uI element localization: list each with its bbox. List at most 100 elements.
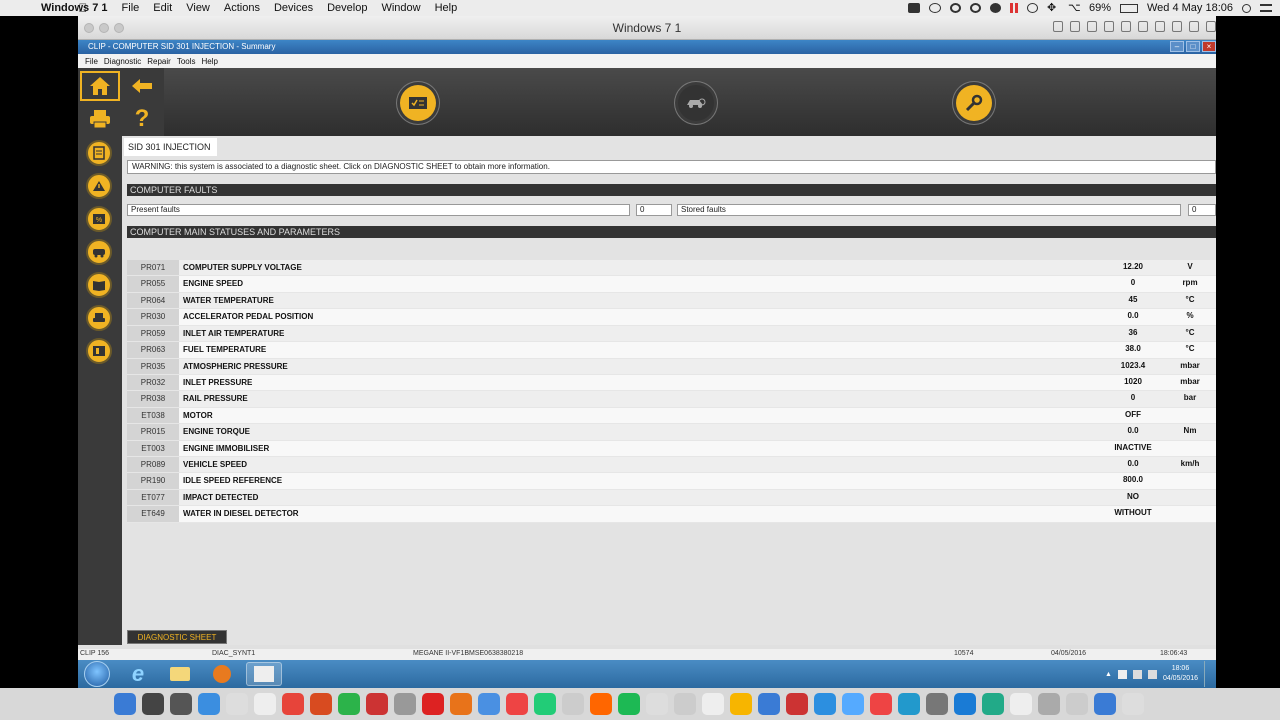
home-button[interactable] [80,71,120,101]
keyboard-icon[interactable] [1053,21,1063,32]
eye-icon[interactable] [969,3,981,13]
dock-app-icon[interactable] [646,693,668,715]
present-faults-count[interactable]: 0 [636,204,672,216]
dock-app-icon[interactable] [422,693,444,715]
dock-app-icon[interactable] [142,693,164,715]
menu-view[interactable]: View [179,2,217,14]
dock-app-icon[interactable] [450,693,472,715]
dock-app-icon[interactable] [198,693,220,715]
show-desktop-button[interactable] [1204,661,1212,687]
clip-menu-file[interactable]: File [82,57,101,66]
dock-app-icon[interactable] [870,693,892,715]
param-row[interactable]: ET003 ENGINE IMMOBILISER INACTIVE [127,440,1216,458]
dock-app-icon[interactable] [282,693,304,715]
start-button[interactable] [84,661,110,687]
dock-app-icon[interactable] [170,693,192,715]
close-window-button[interactable] [84,23,94,33]
vehicle-button[interactable] [86,239,112,265]
param-row[interactable]: PR015 ENGINE TORQUE 0.0 Nm [127,424,1216,441]
back-button[interactable] [122,71,162,101]
param-row[interactable]: PR059 INLET AIR TEMPERATURE 36 °C [127,325,1216,343]
tab-system[interactable]: SID 301 INJECTION [124,138,217,156]
tray-expand-icon[interactable]: ▲ [1105,671,1112,678]
param-row[interactable]: PR089 VEHICLE SPEED 0.0 km/h [127,457,1216,474]
dock-app-icon[interactable] [114,693,136,715]
document-button[interactable] [86,140,112,166]
measure-button[interactable]: % [86,206,112,232]
dock-app-icon[interactable] [366,693,388,715]
minimize-button[interactable]: – [1170,41,1184,52]
wifi-icon[interactable]: ⌥ [1068,3,1081,14]
param-row[interactable]: PR032 INLET PRESSURE 1020 mbar [127,374,1216,392]
clock[interactable]: 18:06 04/05/2016 [1163,664,1198,684]
search-icon[interactable] [1242,3,1251,13]
dock-app-icon[interactable] [590,693,612,715]
timer-icon[interactable] [1026,3,1038,13]
minimize-window-button[interactable] [99,23,109,33]
param-row[interactable]: PR064 WATER TEMPERATURE 45 °C [127,292,1216,310]
ie-taskbar-button[interactable]: e [120,661,156,686]
action-center-icon[interactable] [1117,669,1127,679]
dock-app-icon[interactable] [842,693,864,715]
clip-taskbar-button[interactable] [246,662,282,686]
sound-icon[interactable] [1121,21,1131,32]
list-icon[interactable] [1260,4,1272,12]
flag-icon[interactable] [989,3,1001,13]
clip-menu-help[interactable]: Help [199,57,221,66]
dock-app-icon[interactable] [1010,693,1032,715]
zoom-window-button[interactable] [114,23,124,33]
dock-app-icon[interactable] [702,693,724,715]
network-tray-icon[interactable] [1132,669,1142,679]
dock-app-icon[interactable] [926,693,948,715]
menu-window[interactable]: Window [374,2,427,14]
volume-icon[interactable] [1147,669,1157,679]
app-menu[interactable]: Windows 7 1 [34,2,115,14]
dock-app-icon[interactable] [786,693,808,715]
camera-icon[interactable] [1172,21,1182,32]
dock-app-icon[interactable] [1122,693,1144,715]
clip-menu-repair[interactable]: Repair [144,57,174,66]
param-row[interactable]: PR063 FUEL TEMPERATURE 38.0 °C [127,342,1216,359]
param-row[interactable]: PR030 ACCELERATOR PEDAL POSITION 0.0% [127,309,1216,326]
menu-devices[interactable]: Devices [267,2,320,14]
battery-icon[interactable] [1119,3,1138,13]
menu-edit[interactable]: Edit [146,2,179,14]
help-button[interactable]: ? [122,104,162,134]
pause-icon[interactable] [1009,3,1018,13]
param-row[interactable]: ET038 MOTOR OFF [127,407,1216,425]
close-button[interactable]: × [1202,41,1216,52]
move-icon[interactable]: ✥ [1047,3,1059,14]
manual-button[interactable] [86,272,112,298]
dock-app-icon[interactable] [1094,693,1116,715]
dock-app-icon[interactable] [1066,693,1088,715]
dock-app-icon[interactable] [254,693,276,715]
menu-help[interactable]: Help [428,2,465,14]
dock-app-icon[interactable] [982,693,1004,715]
media-taskbar-button[interactable] [204,662,240,686]
menu-file[interactable]: File [115,2,147,14]
exit-button[interactable] [86,338,112,364]
dock-app-icon[interactable] [534,693,556,715]
dock-app-icon[interactable] [730,693,752,715]
dock-app-icon[interactable] [310,693,332,715]
dock-app-icon[interactable] [478,693,500,715]
vehicle-info-button[interactable] [86,305,112,331]
menu-actions[interactable]: Actions [217,2,267,14]
cd-icon[interactable] [1087,21,1097,32]
dock-app-icon[interactable] [394,693,416,715]
settings-icon[interactable] [1206,21,1216,32]
usb-icon[interactable] [1070,21,1080,32]
dock-app-icon[interactable] [506,693,528,715]
param-row[interactable]: PR035 ATMOSPHERIC PRESSURE 1023.4 mbar [127,358,1216,375]
parallels-icon[interactable] [907,3,920,13]
param-row[interactable]: PR190 IDLE SPEED REFERENCE 800.0 [127,473,1216,490]
dock-app-icon[interactable] [1038,693,1060,715]
diagnostic-button[interactable] [400,85,436,121]
dock-app-icon[interactable] [898,693,920,715]
dock-app-icon[interactable] [758,693,780,715]
clip-menu-diagnostic[interactable]: Diagnostic [101,57,144,66]
pen-icon[interactable] [928,3,941,13]
param-row[interactable]: PR038 RAIL PRESSURE 0 bar [127,391,1216,408]
vehicle-diag-button[interactable] [678,85,714,121]
print-button[interactable] [80,104,120,134]
